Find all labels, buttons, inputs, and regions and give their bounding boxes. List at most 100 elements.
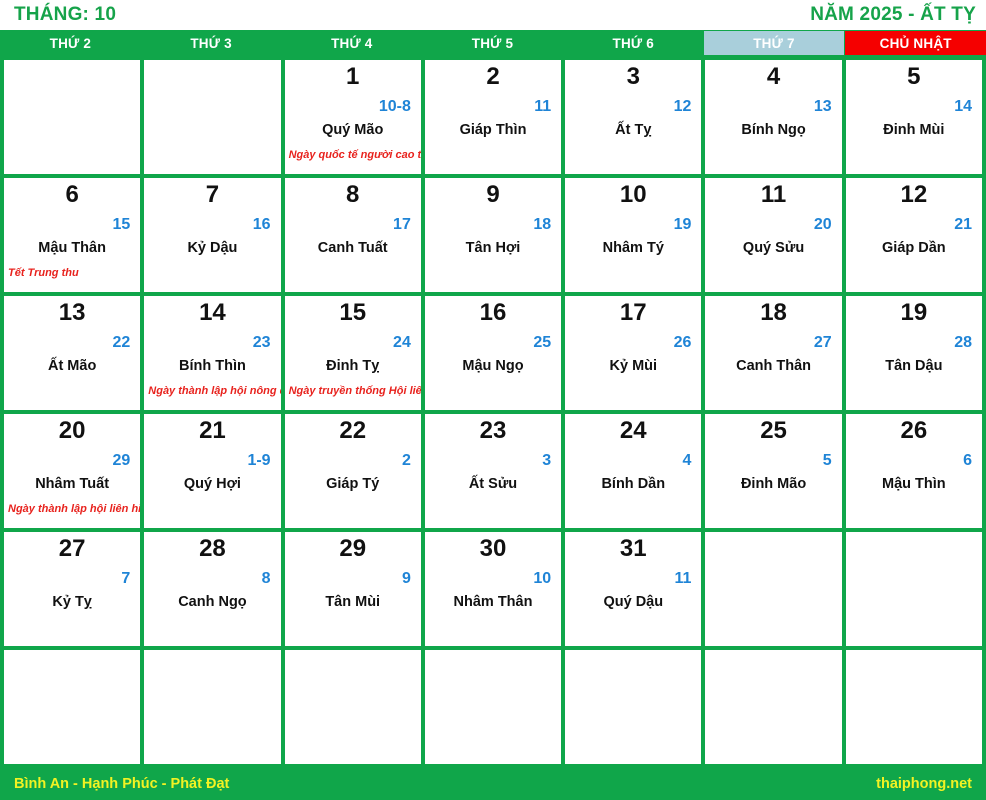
lunar-date: 26 <box>673 334 692 351</box>
lunar-date: 13 <box>813 98 832 115</box>
lunar-date: 14 <box>954 98 972 115</box>
lunar-date: 18 <box>533 216 552 233</box>
solar-date: 7 <box>205 181 220 208</box>
lunar-date: 16 <box>252 216 271 233</box>
calendar-day-cell[interactable]: 17 26 Kỷ Mùi <box>565 296 702 410</box>
calendar-day-cell[interactable]: 30 10 Nhâm Thân <box>424 532 562 646</box>
can-chi-label: Mậu Thìn <box>882 476 946 492</box>
lunar-date: 7 <box>121 570 131 587</box>
calendar-day-cell[interactable]: 6 15 Mậu Thân Tết Trung thu <box>4 178 141 292</box>
calendar-cell-empty <box>4 60 141 174</box>
calendar-day-cell[interactable]: 24 4 Bính Dần <box>565 414 702 528</box>
can-chi-label: Canh Tuất <box>317 240 388 256</box>
solar-date: 15 <box>339 299 367 326</box>
calendar-day-cell[interactable]: 25 5 Đinh Mão <box>705 414 842 528</box>
calendar-day-cell[interactable]: 23 3 Ất Sửu <box>424 414 562 528</box>
calendar-day-cell[interactable]: 2 11 Giáp Thìn <box>424 60 562 174</box>
calendar-day-cell[interactable]: 3 12 Ất Tỵ <box>565 60 702 174</box>
calendar-day-cell[interactable]: 7 16 Kỷ Dậu <box>144 178 281 292</box>
solar-date: 11 <box>760 181 787 208</box>
weekday-header-0: THỨ 2 <box>0 30 141 56</box>
calendar-day-cell[interactable]: 14 23 Bính Thìn Ngày thành lập hội nông dân <box>144 296 281 410</box>
calendar-day-cell[interactable]: 4 13 Bính Ngọ <box>705 60 842 174</box>
solar-date: 22 <box>339 417 367 444</box>
solar-date: 17 <box>619 299 647 326</box>
lunar-date: 23 <box>252 334 271 351</box>
calendar-day-cell[interactable]: 11 20 Quý Sửu <box>705 178 842 292</box>
lunar-date: 9 <box>401 570 411 587</box>
calendar-day-cell[interactable]: 26 6 Mậu Thìn <box>845 414 982 528</box>
calendar-day-cell[interactable]: 16 25 Mậu Ngọ <box>424 296 562 410</box>
solar-date: 27 <box>58 535 86 562</box>
calendar-day-cell[interactable]: 19 28 Tân Dậu <box>845 296 982 410</box>
lunar-date: 5 <box>822 452 832 469</box>
calendar-day-cell[interactable]: 22 2 Giáp Tý <box>284 414 421 528</box>
can-chi-label: Tân Hợi <box>465 240 521 256</box>
calendar-day-cell[interactable]: 12 21 Giáp Dần <box>845 178 982 292</box>
solar-date: 31 <box>619 535 647 562</box>
solar-date: 3 <box>626 63 640 90</box>
calendar-cell-empty <box>845 532 982 646</box>
calendar-day-cell[interactable]: 1 10-8 Quý Mão Ngày quốc tế người cao tuổi <box>284 60 421 174</box>
lunar-date: 10 <box>533 570 552 587</box>
calendar-day-cell[interactable]: 31 11 Quý Dậu <box>565 532 702 646</box>
can-chi-label: Ất Sửu <box>468 476 518 492</box>
calendar-titlebar: THÁNG: 10 NĂM 2025 - ẤT TỴ <box>0 0 986 30</box>
footer-website[interactable]: thaiphong.net <box>876 776 972 792</box>
calendar-cell-empty <box>424 650 562 764</box>
calendar-cell-empty <box>705 532 842 646</box>
lunar-date: 2 <box>401 452 411 469</box>
solar-date: 2 <box>486 63 500 90</box>
calendar-day-cell[interactable]: 8 17 Canh Tuất <box>284 178 421 292</box>
can-chi-label: Canh Ngọ <box>178 594 247 610</box>
solar-date: 24 <box>619 417 647 444</box>
calendar-grid: 110-8Quý MãoNgày quốc tế người cao tuổi2… <box>0 56 986 768</box>
solar-date: 18 <box>760 299 787 326</box>
solar-date: 5 <box>907 63 921 90</box>
weekday-header-3: THỨ 5 <box>422 30 563 56</box>
weekday-header-6: CHỦ NHẬT <box>845 31 986 55</box>
can-chi-label: Nhâm Thân <box>453 594 533 610</box>
solar-date: 12 <box>900 181 928 208</box>
calendar-day-cell[interactable]: 15 24 Đinh Tỵ Ngày truyền thống Hội liên hi… <box>284 296 421 410</box>
can-chi-label: Bính Thìn <box>179 358 246 374</box>
calendar-page: THÁNG: 10 NĂM 2025 - ẤT TỴ THỨ 2 THỨ 3 THỨ… <box>0 0 986 800</box>
month-title: THÁNG: 10 <box>14 4 117 25</box>
can-chi-label: Nhâm Tý <box>602 240 664 256</box>
calendar-day-cell[interactable]: 10 19 Nhâm Tý <box>565 178 702 292</box>
lunar-date: 22 <box>112 334 131 351</box>
can-chi-label: Bính Dần <box>601 476 666 492</box>
weekday-header-2: THỨ 4 <box>281 30 423 56</box>
calendar-day-cell[interactable]: 27 7 Kỷ Tỵ <box>4 532 141 646</box>
lunar-date: 1-9 <box>247 452 271 469</box>
solar-date: 20 <box>58 417 86 444</box>
can-chi-label: Giáp Thìn <box>459 122 527 138</box>
solar-date: 13 <box>58 299 86 326</box>
weekday-header-4: THỨ 6 <box>562 30 704 56</box>
event-label: Ngày thành lập hội liên hiệp <box>8 503 141 515</box>
can-chi-label: Ất Tỵ <box>615 122 652 138</box>
lunar-date: 3 <box>542 452 552 469</box>
can-chi-label: Tân Dậu <box>885 358 943 374</box>
calendar-cell-empty <box>4 650 141 764</box>
lunar-date: 21 <box>954 216 972 233</box>
solar-date: 29 <box>339 535 367 562</box>
calendar-day-cell[interactable]: 28 8 Canh Ngọ <box>144 532 281 646</box>
solar-date: 1 <box>346 63 360 90</box>
lunar-date: 11 <box>534 98 552 115</box>
can-chi-label: Quý Mão <box>322 122 384 138</box>
calendar-day-cell[interactable]: 18 27 Canh Thân <box>705 296 842 410</box>
calendar-day-cell[interactable]: 13 22 Ất Mão <box>4 296 141 410</box>
calendar-day-cell[interactable]: 9 18 Tân Hợi <box>424 178 562 292</box>
can-chi-label: Quý Sửu <box>742 240 805 256</box>
solar-date: 30 <box>479 535 507 562</box>
event-label: Tết Trung thu <box>8 267 79 279</box>
calendar-day-cell[interactable]: 21 1-9 Quý Hợi <box>144 414 281 528</box>
can-chi-label: Canh Thân <box>736 358 812 374</box>
calendar-day-cell[interactable]: 29 9 Tân Mùi <box>284 532 421 646</box>
solar-date: 23 <box>479 417 507 444</box>
solar-date: 8 <box>346 181 360 208</box>
calendar-day-cell[interactable]: 5 14 Đinh Mùi <box>845 60 982 174</box>
calendar-day-cell[interactable]: 20 29 Nhâm Tuất Ngày thành lập hội liên hiệ… <box>4 414 141 528</box>
calendar-cell-empty <box>845 650 982 764</box>
